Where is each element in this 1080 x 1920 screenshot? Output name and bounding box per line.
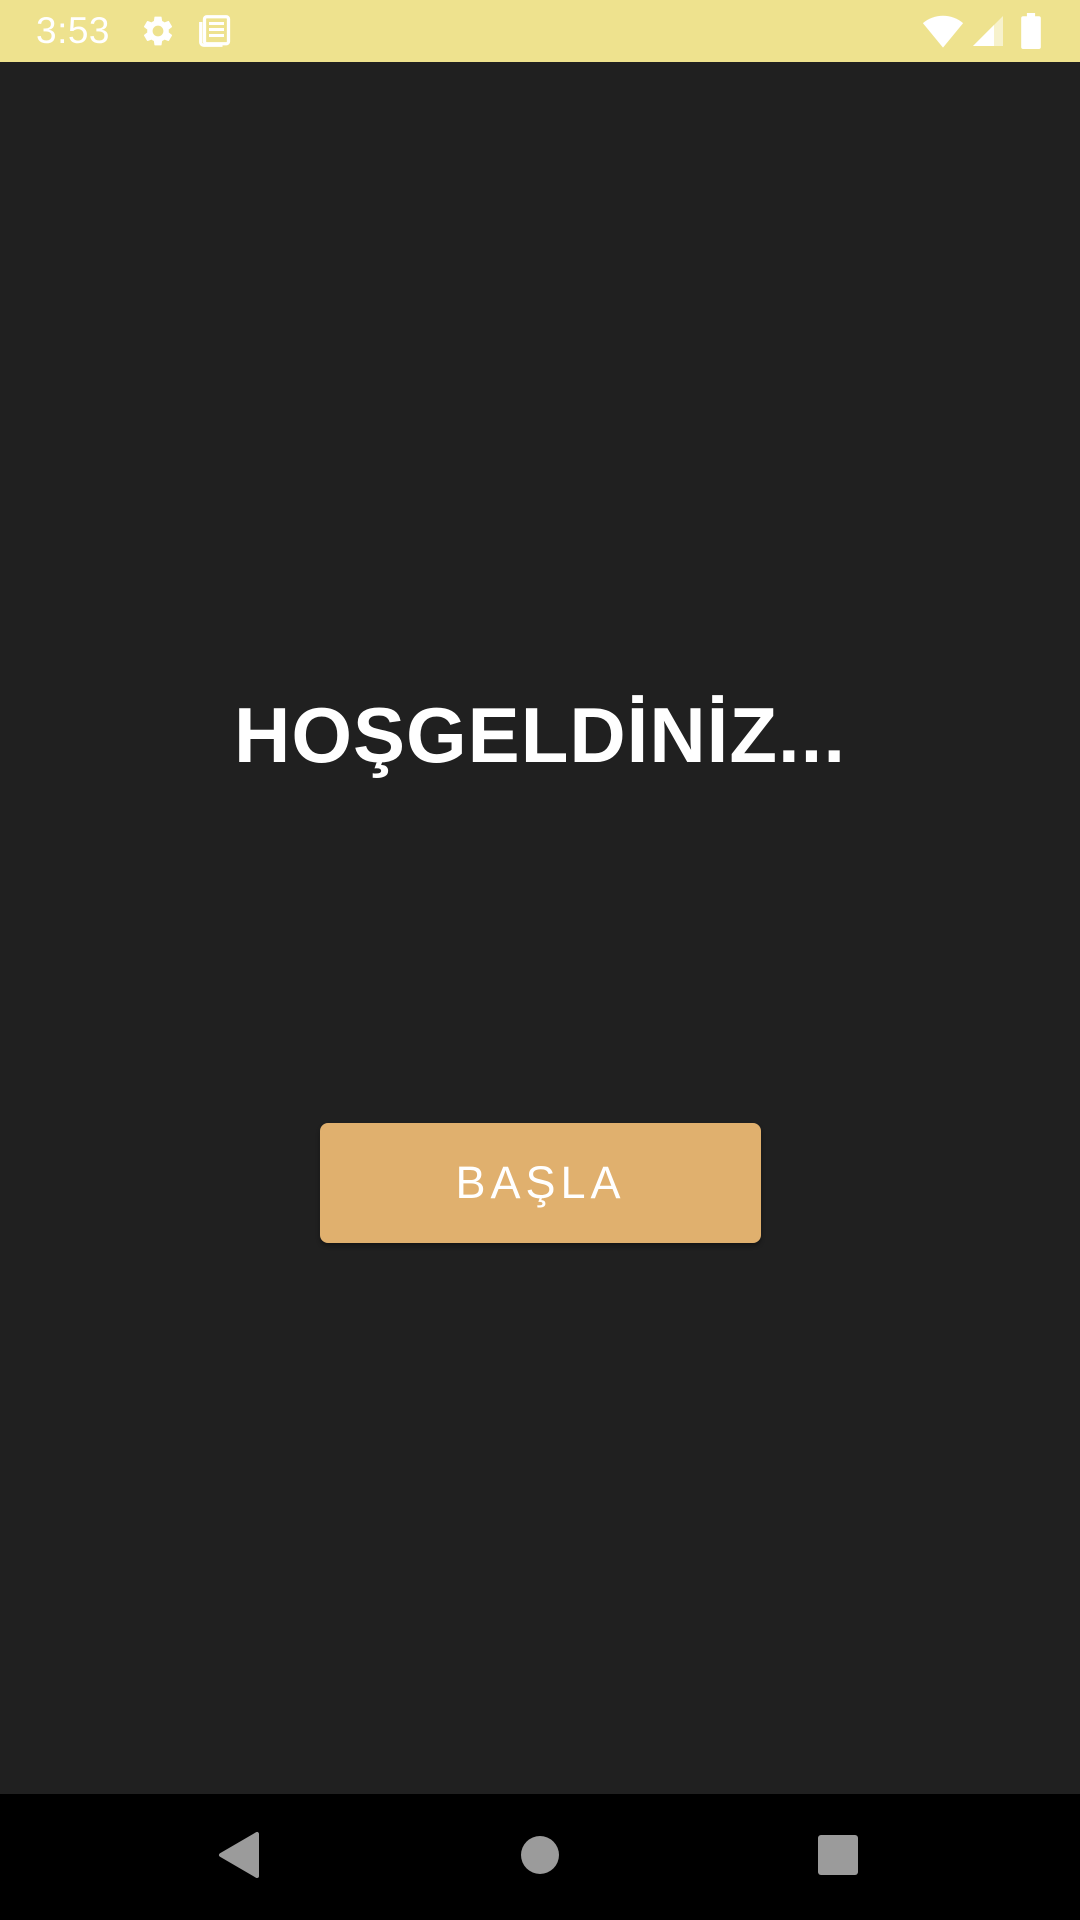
gear-icon [140, 13, 176, 49]
navigation-bar [0, 1794, 1080, 1920]
app-screen: 3:53 HOŞGELDİNİZ... BAŞLA [0, 0, 1080, 1920]
back-button[interactable] [204, 1822, 274, 1892]
recents-icon [817, 1834, 859, 1881]
wifi-icon [922, 13, 964, 49]
recents-button[interactable] [803, 1822, 873, 1892]
welcome-title: HOŞGELDİNİZ... [233, 691, 847, 779]
status-time: 3:53 [36, 10, 111, 51]
battery-icon [1020, 13, 1042, 49]
status-bar: 3:53 [0, 0, 1080, 62]
home-icon [520, 1835, 560, 1880]
start-button-label: BAŞLA [455, 1157, 626, 1208]
back-icon [217, 1831, 261, 1884]
signal-icon [970, 13, 1006, 49]
start-button[interactable]: BAŞLA [320, 1123, 761, 1243]
home-button[interactable] [505, 1822, 575, 1892]
news-icon [197, 13, 233, 49]
